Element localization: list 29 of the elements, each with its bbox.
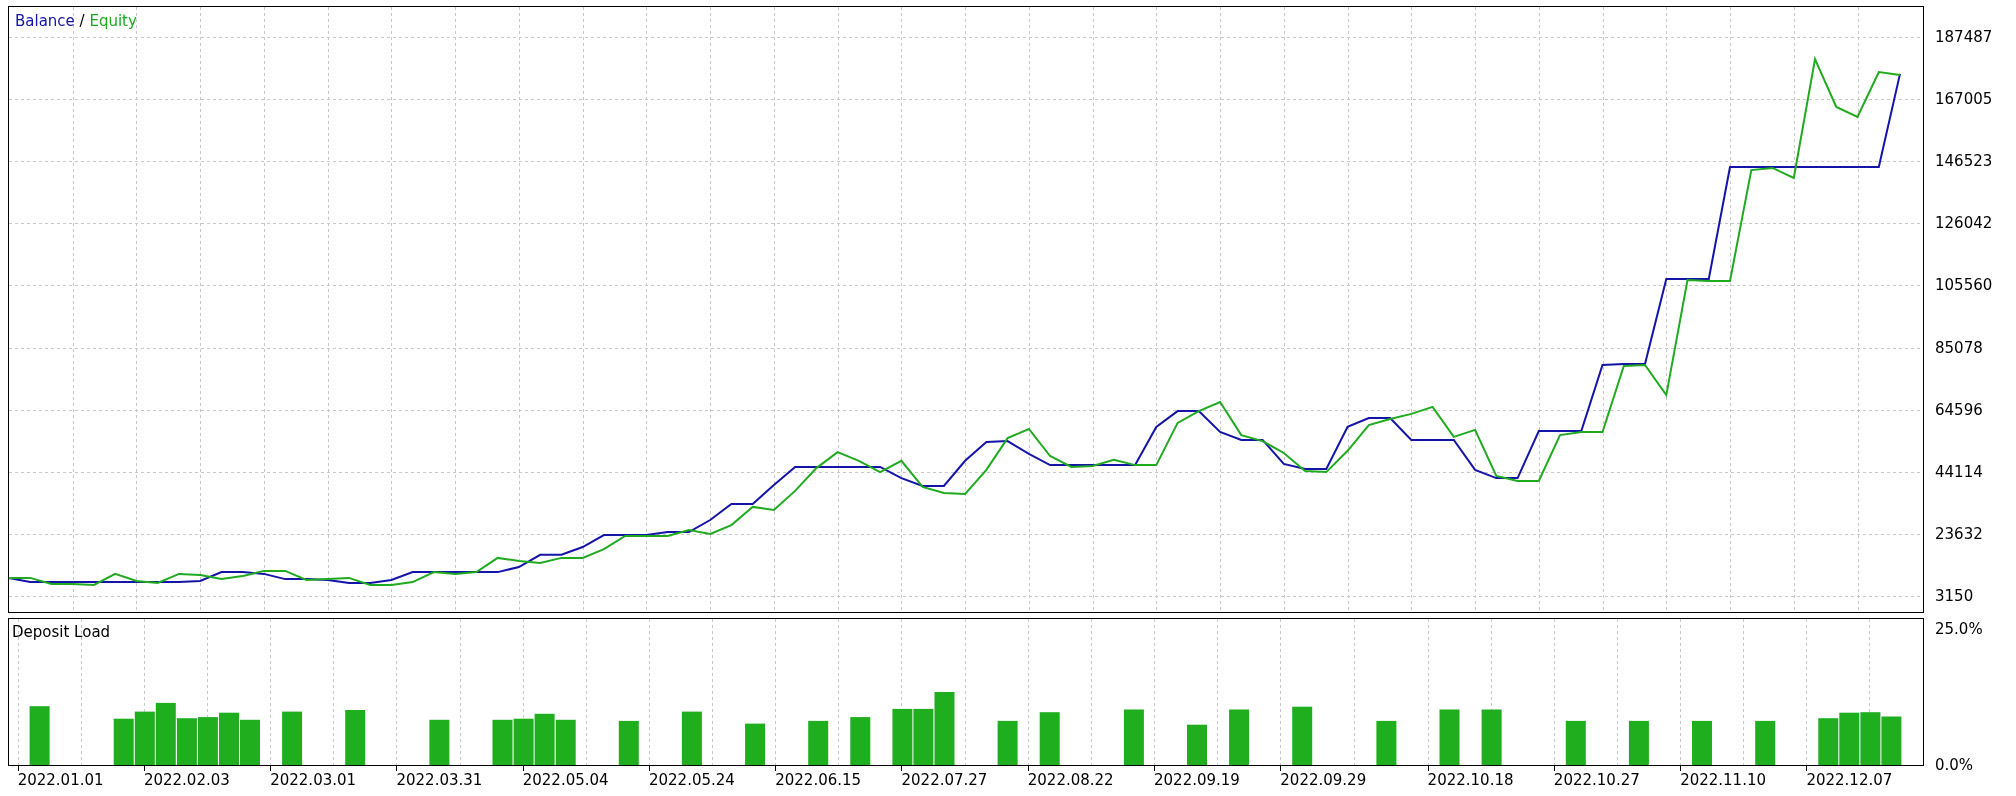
x-axis-label: 2022.06.15	[775, 771, 862, 789]
chart-title: Deposit Load	[12, 623, 111, 641]
x-axis-label: 2022.05.04	[522, 771, 609, 789]
y-axis-label: 85078	[1935, 338, 1983, 357]
y-axis-label: 0.0%	[1935, 756, 1974, 774]
x-axis-label: 2022.09.19	[1154, 771, 1240, 789]
y-axis-label: 23632	[1935, 524, 1983, 543]
x-axis-label: 2022.09.29	[1280, 771, 1367, 789]
y-axis-label: 25.0%	[1935, 619, 1983, 638]
x-axis-label: 2022.10.18	[1427, 771, 1514, 789]
x-axis-label: 2022.08.22	[1027, 771, 1114, 789]
y-axis-label: 187487	[1935, 28, 1993, 46]
y-axis-label: 44114	[1935, 462, 1983, 481]
x-axis-label: 2022.05.24	[649, 771, 735, 789]
legend: Balance / Equity	[15, 12, 137, 30]
y-axis-label: 167005	[1935, 90, 1993, 109]
x-axis-label: 2022.03.31	[396, 771, 483, 789]
x-axis-label: 2022.10.27	[1553, 771, 1640, 789]
x-axis-label: 2022.07.27	[901, 771, 988, 789]
x-axis-label: 2022.12.07	[1806, 771, 1893, 789]
x-axis-label: 2022.03.01	[270, 771, 357, 789]
y-axis-label: 3150	[1935, 586, 1974, 605]
x-axis-label: 2022.02.03	[143, 771, 230, 789]
y-axis-label: 64596	[1935, 400, 1983, 419]
y-axis-label: 105560	[1935, 276, 1993, 295]
y-axis-label: 126042	[1935, 214, 1993, 233]
y-axis-label: 146523	[1935, 152, 1993, 171]
x-axis-label: 2022.11.10	[1680, 771, 1767, 789]
x-axis-label: 2022.01.01	[17, 771, 104, 789]
